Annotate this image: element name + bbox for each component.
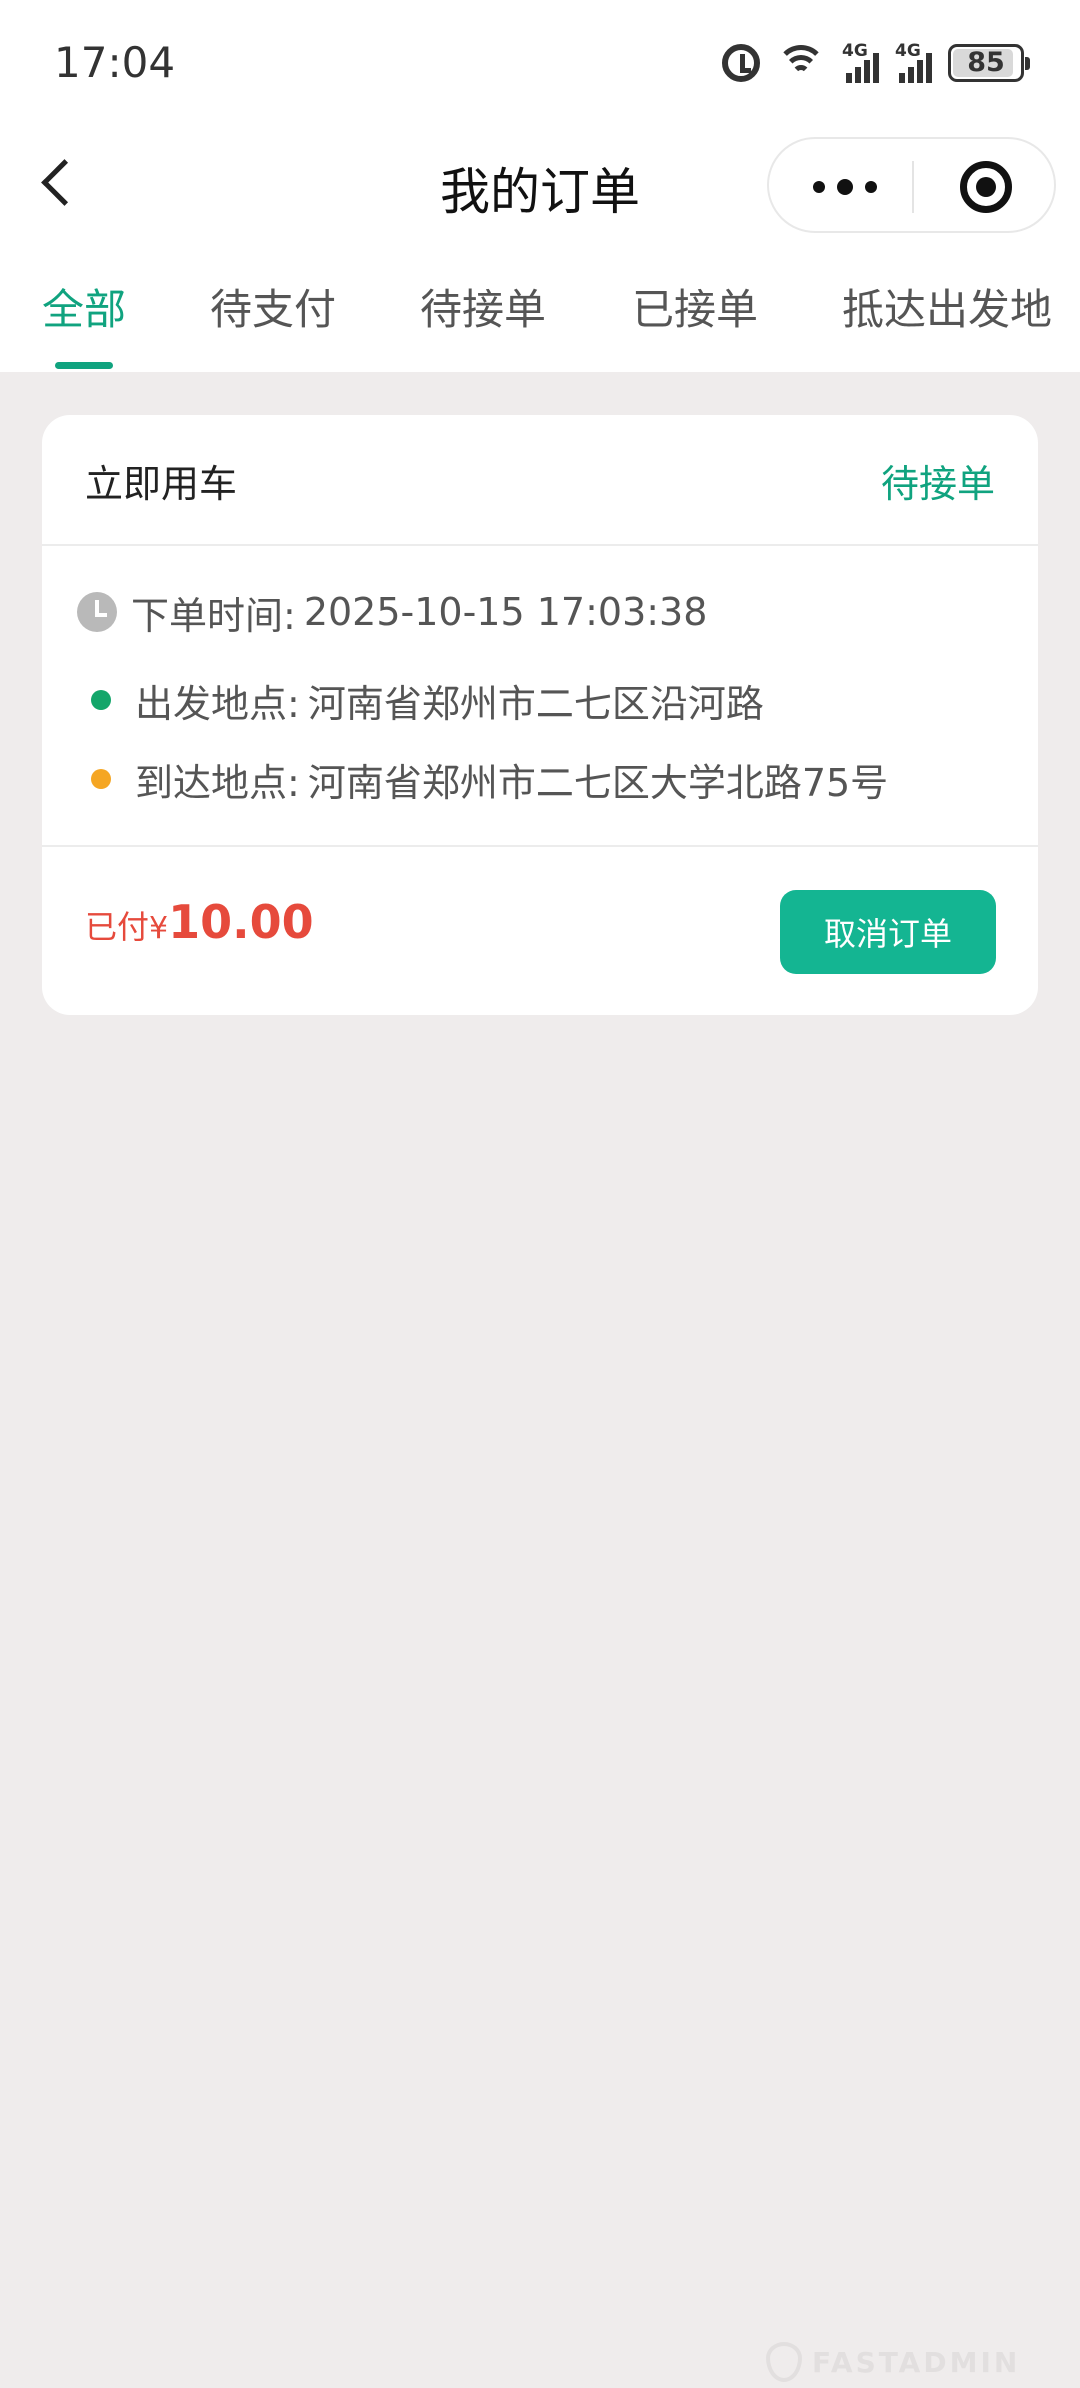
order-time-value: 2025-10-15 17:03:38 (303, 590, 708, 634)
order-time-row: 下单时间: 2025-10-15 17:03:38 (77, 587, 708, 638)
tab-arrived-pickup[interactable]: 抵达出发地 (842, 276, 1052, 337)
watermark-logo-icon (766, 2342, 802, 2382)
amount-value: 10.00 (168, 895, 314, 949)
more-icon[interactable] (813, 175, 877, 199)
battery-icon: 85 (948, 44, 1030, 82)
currency-symbol: ¥ (149, 911, 169, 946)
tab-pending-payment[interactable]: 待支付 (210, 276, 336, 337)
close-icon[interactable] (960, 161, 1012, 213)
clock-icon (77, 592, 117, 632)
card-divider (42, 845, 1038, 847)
signal-icon: 4G (842, 41, 879, 83)
order-card[interactable]: 立即用车 待接单 下单时间: 2025-10-15 17:03:38 出发地点:… (42, 415, 1038, 1015)
signal-icon: 4G (895, 41, 932, 83)
mini-program-capsule (767, 137, 1056, 233)
destination-label: 到达地点: (135, 760, 300, 805)
destination-row: 到达地点: 河南省郑州市二七区大学北路75号 (77, 754, 889, 805)
departure-label: 出发地点: (135, 681, 300, 726)
destination-value: 河南省郑州市二七区大学北路75号 (307, 760, 889, 805)
watermark-text: FASTADMIN (812, 2345, 1021, 2379)
paid-amount: 已付 ¥ 10.00 (85, 895, 314, 961)
departure-row: 出发地点: 河南省郑州市二七区沿河路 (77, 675, 764, 726)
order-status: 待接单 (880, 462, 995, 506)
wifi-icon (776, 43, 826, 83)
capsule-divider (912, 161, 914, 213)
alarm-icon (722, 44, 760, 82)
tab-awaiting-driver[interactable]: 待接单 (420, 276, 546, 337)
status-time: 17:04 (54, 38, 176, 87)
status-icons: 4G 4G 85 (722, 40, 1030, 86)
order-tabs: 全部 待支付 待接单 已接单 抵达出发地 (0, 272, 1080, 372)
active-tab-indicator (55, 362, 113, 369)
card-divider (42, 544, 1038, 546)
tab-all[interactable]: 全部 (42, 276, 126, 337)
departure-dot-icon (91, 690, 111, 710)
order-time-label: 下单时间: (131, 593, 296, 638)
destination-dot-icon (91, 769, 111, 789)
battery-level: 85 (967, 47, 1005, 78)
watermark: FASTADMIN (766, 2342, 1020, 2382)
departure-value: 河南省郑州市二七区沿河路 (307, 681, 764, 726)
paid-label: 已付 (85, 908, 150, 946)
cancel-order-button[interactable]: 取消订单 (780, 890, 996, 974)
order-type: 立即用车 (85, 462, 238, 506)
tab-accepted[interactable]: 已接单 (632, 276, 758, 337)
